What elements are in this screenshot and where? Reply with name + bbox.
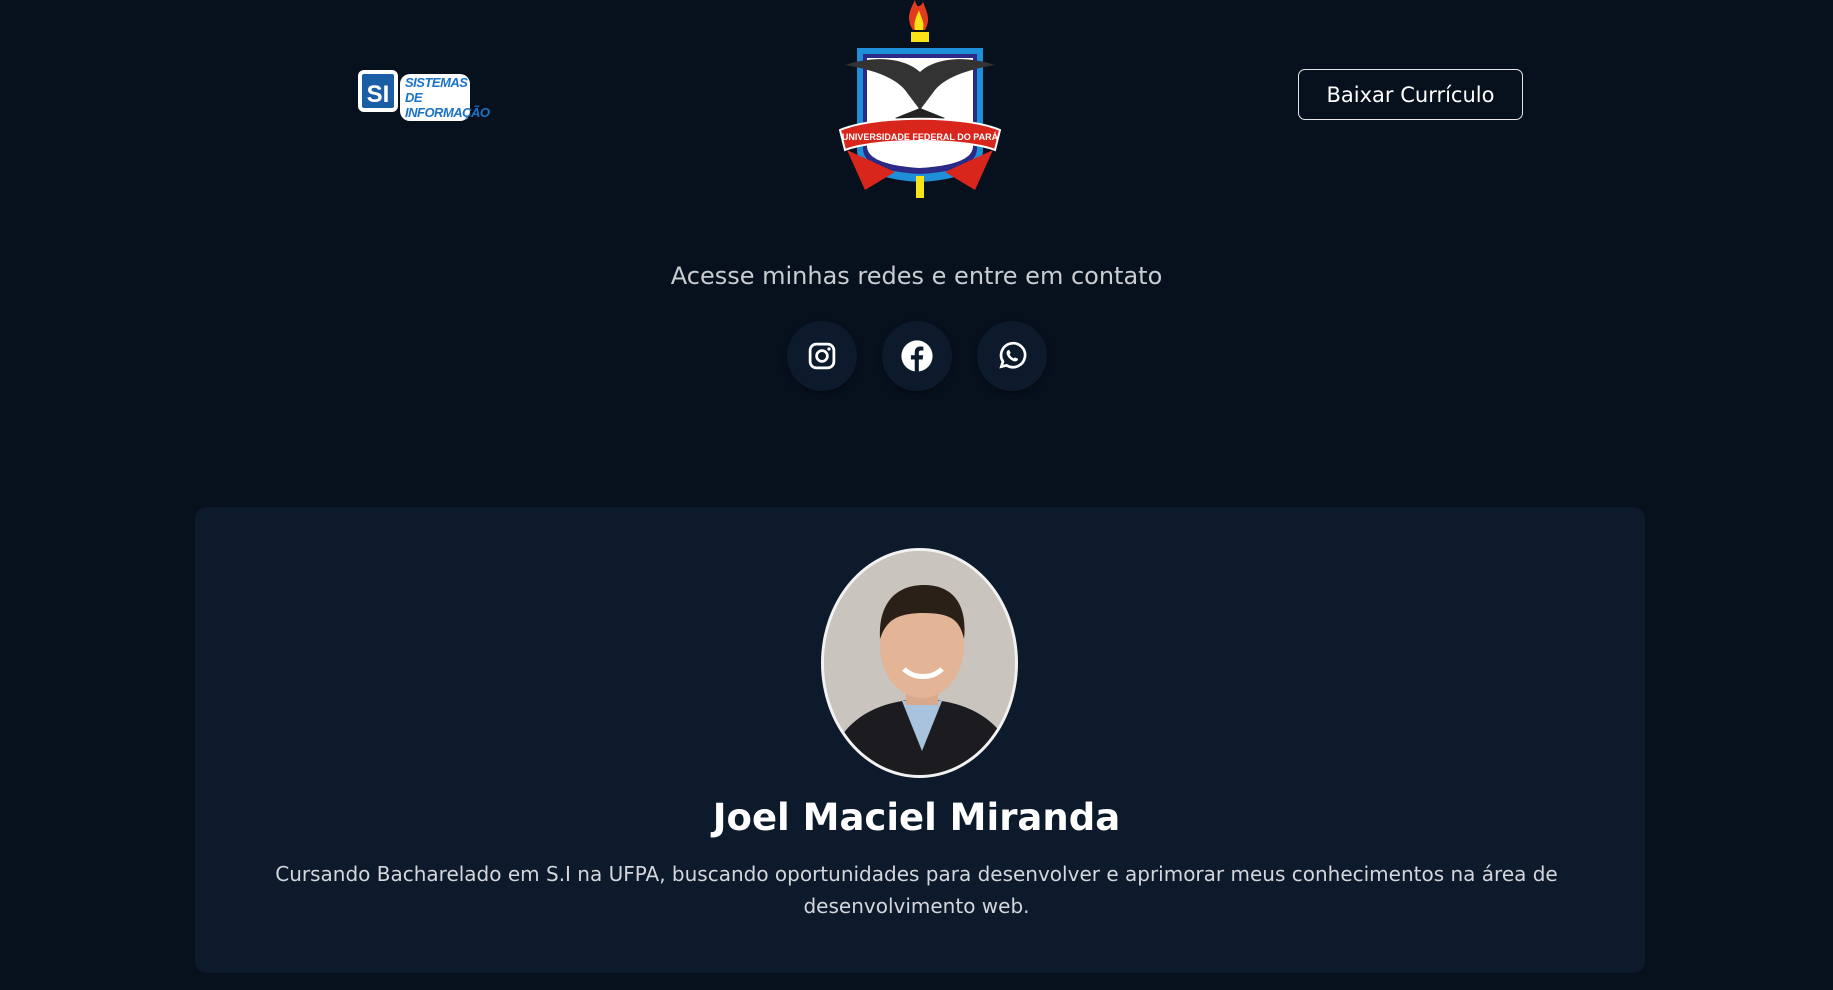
profile-photo-image <box>824 551 1015 775</box>
profile-description: Cursando Bacharelado em S.I na UFPA, bus… <box>275 862 1558 918</box>
si-mark: SI <box>358 70 398 112</box>
download-cv-button[interactable]: Baixar Currículo <box>1298 69 1523 120</box>
instagram-icon <box>808 342 835 370</box>
whatsapp-button[interactable] <box>976 321 1047 391</box>
ufpa-emblem-text: UNIVERSIDADE FEDERAL DO PARÁ <box>842 132 999 142</box>
sistemas-de-informacao-logo: SI SISTEMAS DE INFORMAÇÃO <box>350 64 490 121</box>
profile-name: Joel Maciel Miranda <box>712 796 1121 839</box>
profile-photo <box>821 548 1018 778</box>
si-logo-text: SISTEMAS DE INFORMAÇÃO <box>400 74 490 121</box>
facebook-icon <box>900 340 933 372</box>
contact-heading: Acesse minhas redes e entre em contato <box>670 262 1163 290</box>
instagram-button[interactable] <box>786 321 857 391</box>
facebook-button[interactable] <box>881 321 952 391</box>
social-links <box>0 321 1833 391</box>
ufpa-emblem-logo: UNIVERSIDADE FEDERAL DO PARÁ <box>838 0 1002 198</box>
whatsapp-icon <box>998 341 1026 369</box>
